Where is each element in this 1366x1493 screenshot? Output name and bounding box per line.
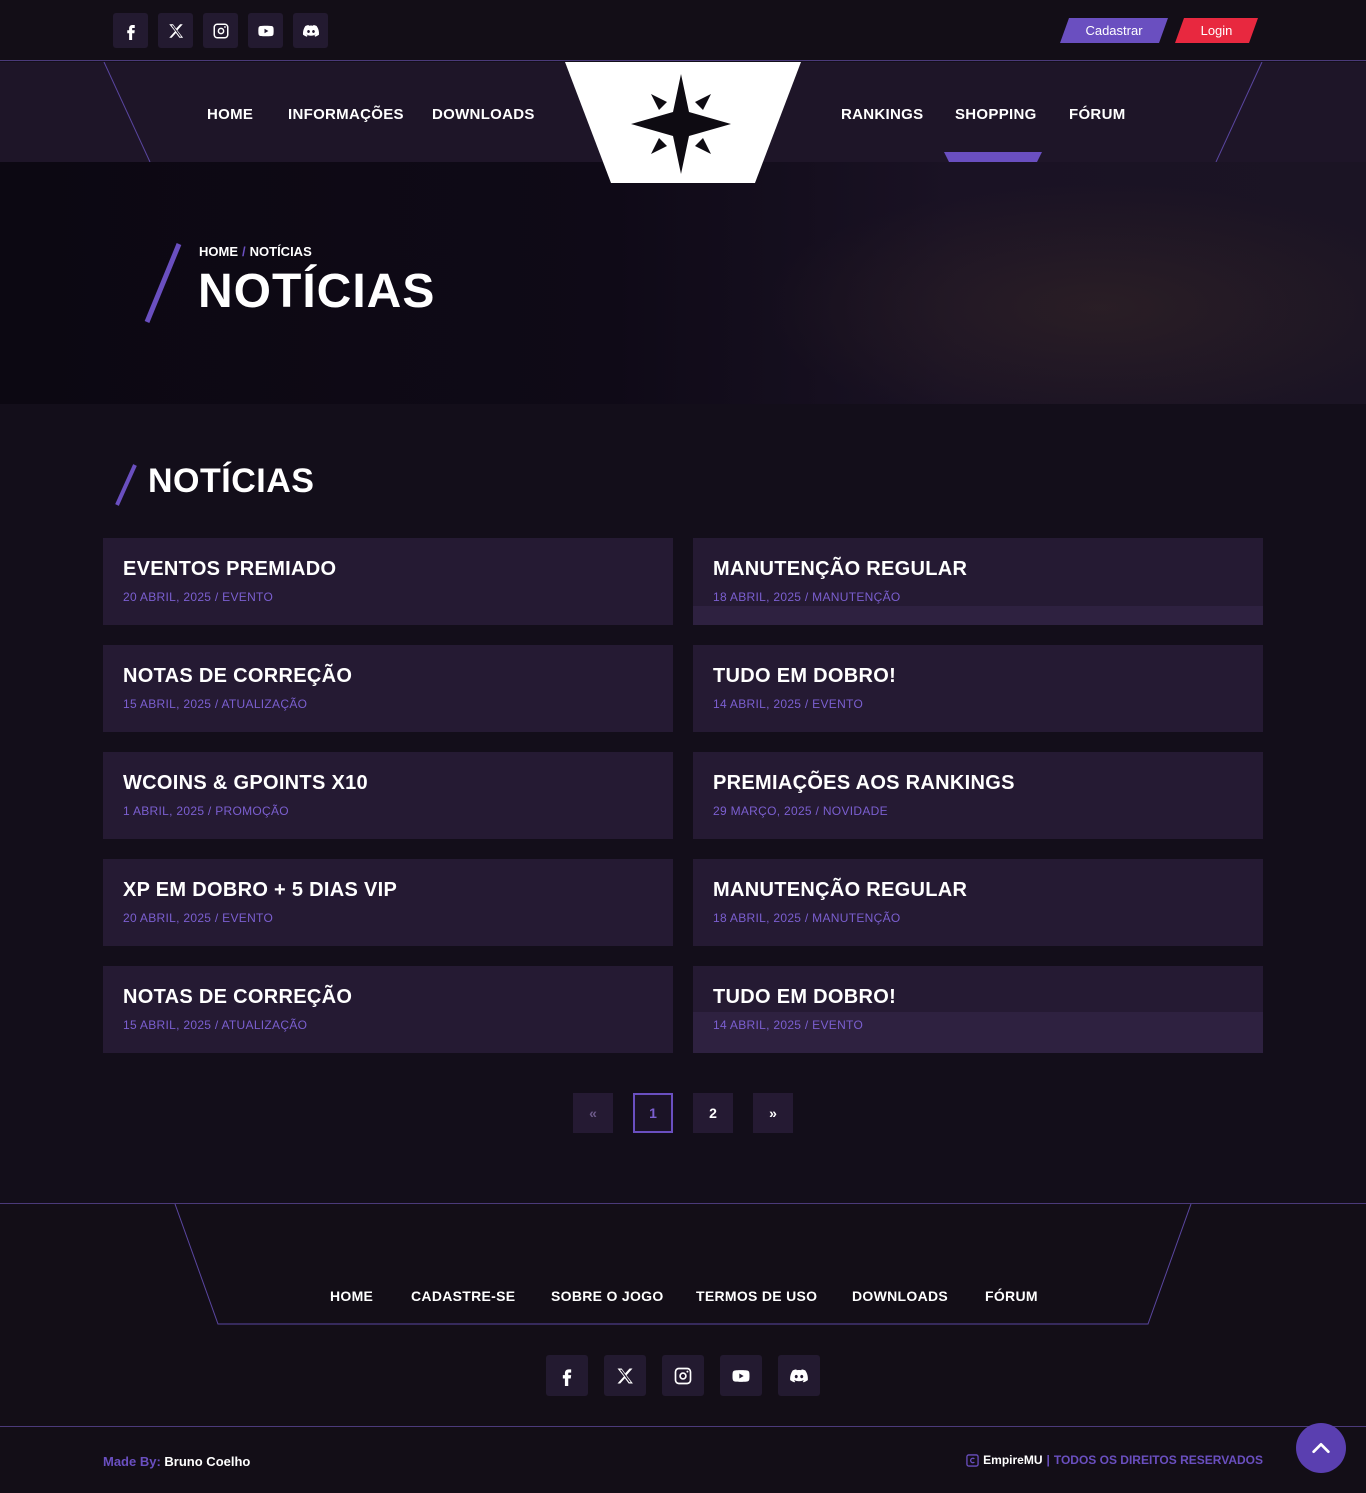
pagination-page-1[interactable]: 1 <box>633 1093 673 1133</box>
news-meta: 15 ABRIL, 2025 / ATUALIZAÇÃO <box>123 697 308 711</box>
footer-link-sobre[interactable]: SOBRE O JOGO <box>551 1288 664 1304</box>
news-card[interactable]: MANUTENÇÃO REGULAR 18 ABRIL, 2025 / MANU… <box>693 859 1263 946</box>
footer: HOME CADASTRE-SE SOBRE O JOGO TERMOS DE … <box>0 1203 1366 1426</box>
news-card[interactable]: NOTAS DE CORREÇÃO 15 ABRIL, 2025 / ATUAL… <box>103 966 673 1053</box>
footer-link-termos[interactable]: TERMOS DE USO <box>696 1288 817 1304</box>
brand-name: EmpireMU <box>983 1453 1043 1467</box>
hero-background <box>700 162 1366 404</box>
nav-active-indicator <box>944 152 1042 162</box>
copyright: EmpireMU | TODOS OS DIREITOS RESERVADOS <box>966 1453 1263 1467</box>
top-bar: Cadastrar Login <box>0 0 1366 61</box>
pagination-page-2[interactable]: 2 <box>693 1093 733 1133</box>
news-meta: 15 ABRIL, 2025 / ATUALIZAÇÃO <box>123 1018 308 1032</box>
news-title: WCOINS & GPOINTS X10 <box>123 772 368 794</box>
news-card[interactable]: XP EM DOBRO + 5 DIAS VIP 20 ABRIL, 2025 … <box>103 859 673 946</box>
compass-star-icon <box>631 74 731 174</box>
news-title: MANUTENÇÃO REGULAR <box>713 558 968 580</box>
instagram-icon[interactable] <box>662 1355 704 1396</box>
news-card[interactable]: NOTAS DE CORREÇÃO 15 ABRIL, 2025 / ATUAL… <box>103 645 673 732</box>
copyright-bar: Made By: Bruno Coelho EmpireMU | TODOS O… <box>0 1426 1366 1493</box>
discord-icon[interactable] <box>778 1355 820 1396</box>
section-title: NOTÍCIAS <box>148 462 315 500</box>
breadcrumb: HOME / NOTÍCIAS <box>199 244 312 259</box>
nav-shopping[interactable]: SHOPPING <box>955 106 1037 123</box>
copyright-icon <box>966 1453 979 1467</box>
made-by: Made By: Bruno Coelho <box>103 1454 250 1469</box>
news-card[interactable]: TUDO EM DOBRO! 14 ABRIL, 2025 / EVENTO <box>693 966 1263 1053</box>
facebook-icon[interactable] <box>113 13 148 48</box>
x-icon[interactable] <box>158 13 193 48</box>
footer-link-downloads[interactable]: DOWNLOADS <box>852 1288 948 1304</box>
made-by-label: Made By: <box>103 1454 161 1469</box>
news-title: PREMIAÇÕES AOS RANKINGS <box>713 772 1015 794</box>
news-meta: 29 MARÇO, 2025 / NOVIDADE <box>713 804 888 818</box>
news-card[interactable]: MANUTENÇÃO REGULAR 18 ABRIL, 2025 / MANU… <box>693 538 1263 625</box>
pagination-next[interactable]: » <box>753 1093 793 1133</box>
x-icon[interactable] <box>604 1355 646 1396</box>
youtube-icon[interactable] <box>248 13 283 48</box>
chevron-up-icon <box>1312 1442 1330 1454</box>
news-meta: 14 ABRIL, 2025 / EVENTO <box>713 1018 864 1032</box>
news-meta: 18 ABRIL, 2025 / MANUTENÇÃO <box>713 911 901 925</box>
news-title: NOTAS DE CORREÇÃO <box>123 665 353 687</box>
hero-slash-decoration <box>144 243 182 323</box>
news-card[interactable]: WCOINS & GPOINTS X10 1 ABRIL, 2025 / PRO… <box>103 752 673 839</box>
card-hover-highlight <box>693 606 1263 625</box>
social-links-top <box>113 13 328 48</box>
register-button[interactable]: Cadastrar <box>1060 18 1168 43</box>
footer-link-cadastre[interactable]: CADASTRE-SE <box>411 1288 515 1304</box>
footer-link-home[interactable]: HOME <box>330 1288 373 1304</box>
discord-icon[interactable] <box>293 13 328 48</box>
news-title: NOTAS DE CORREÇÃO <box>123 986 353 1008</box>
breadcrumb-current: NOTÍCIAS <box>249 244 312 259</box>
login-button[interactable]: Login <box>1175 18 1258 43</box>
social-links-footer <box>546 1355 820 1396</box>
news-meta: 14 ABRIL, 2025 / EVENTO <box>713 697 864 711</box>
made-by-author[interactable]: Bruno Coelho <box>164 1454 250 1469</box>
instagram-icon[interactable] <box>203 13 238 48</box>
copyright-divider: | <box>1046 1453 1050 1467</box>
news-title: TUDO EM DOBRO! <box>713 986 897 1008</box>
nav-rankings[interactable]: RANKINGS <box>841 106 923 123</box>
news-meta: 18 ABRIL, 2025 / MANUTENÇÃO <box>713 590 901 604</box>
news-title: EVENTOS PREMIADO <box>123 558 337 580</box>
news-meta: 20 ABRIL, 2025 / EVENTO <box>123 911 274 925</box>
nav-downloads[interactable]: DOWNLOADS <box>432 106 535 123</box>
rights-text: TODOS OS DIREITOS RESERVADOS <box>1053 1453 1263 1467</box>
section-slash-decoration <box>115 464 137 506</box>
scroll-to-top-button[interactable] <box>1296 1423 1346 1473</box>
news-title: MANUTENÇÃO REGULAR <box>713 879 968 901</box>
facebook-icon[interactable] <box>546 1355 588 1396</box>
news-title: XP EM DOBRO + 5 DIAS VIP <box>123 879 398 901</box>
breadcrumb-separator: / <box>242 244 246 259</box>
footer-decoration <box>174 1204 1192 1325</box>
news-meta: 1 ABRIL, 2025 / PROMOÇÃO <box>123 804 289 818</box>
news-card[interactable]: TUDO EM DOBRO! 14 ABRIL, 2025 / EVENTO <box>693 645 1263 732</box>
news-title: TUDO EM DOBRO! <box>713 665 897 687</box>
news-meta: 20 ABRIL, 2025 / EVENTO <box>123 590 274 604</box>
breadcrumb-home[interactable]: HOME <box>199 244 238 259</box>
news-card[interactable]: EVENTOS PREMIADO 20 ABRIL, 2025 / EVENTO <box>103 538 673 625</box>
news-card[interactable]: PREMIAÇÕES AOS RANKINGS 29 MARÇO, 2025 /… <box>693 752 1263 839</box>
nav-home[interactable]: HOME <box>207 106 253 123</box>
youtube-icon[interactable] <box>720 1355 762 1396</box>
nav-forum[interactable]: FÓRUM <box>1069 106 1126 123</box>
nav-informacoes[interactable]: INFORMAÇÕES <box>288 106 404 123</box>
pagination-prev[interactable]: « <box>573 1093 613 1133</box>
footer-link-forum[interactable]: FÓRUM <box>985 1288 1038 1304</box>
page-title: NOTÍCIAS <box>198 265 436 318</box>
